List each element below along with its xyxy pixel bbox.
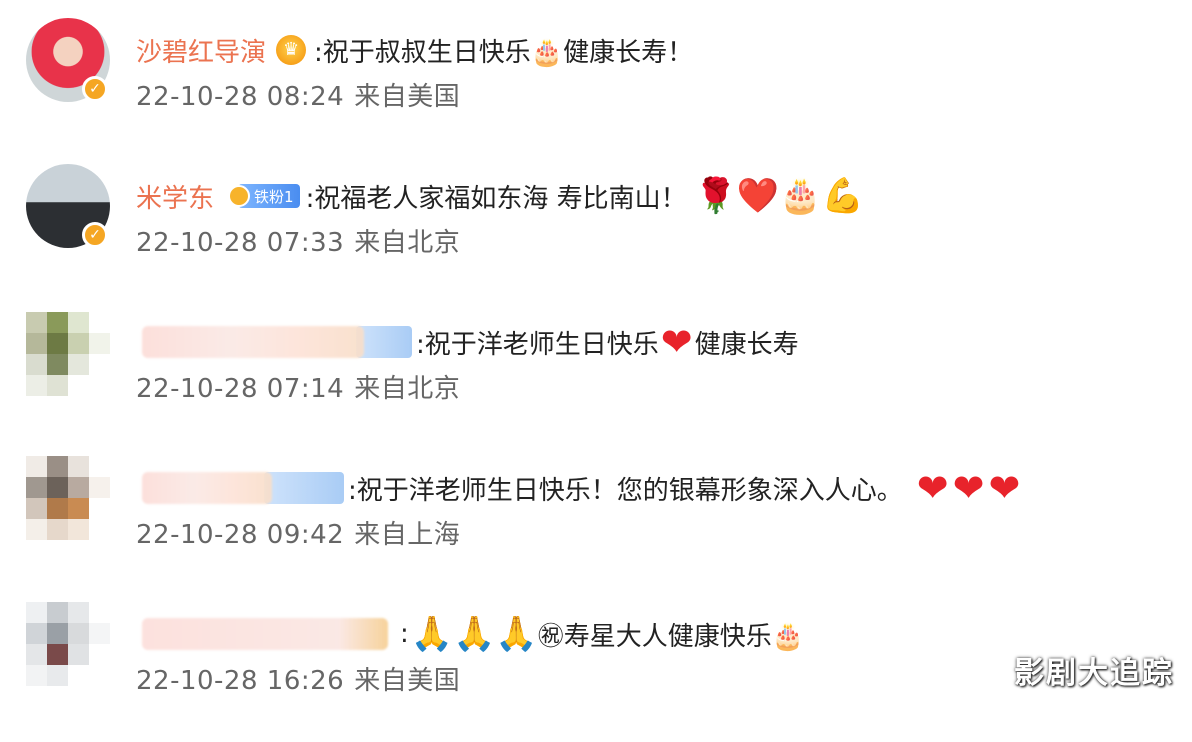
comment-text: :祝于洋老师生日快乐 [416, 329, 659, 360]
comment-text-after: ㊗寿星大人健康快乐🎂 [537, 621, 805, 652]
comment-item: ✓ 沙碧红导演 ♛ :祝于叔叔生日快乐🎂健康长寿！ 22-10-28 08:24… [0, 18, 1192, 158]
comment-content: 米学东 铁粉1 :祝福老人家福如东海 寿比南山！ 🌹❤️🎂💪 [136, 176, 864, 216]
comment-meta: 22-10-28 08:24 来自美国 [136, 76, 460, 113]
crown-icon [228, 185, 251, 207]
blurred-username[interactable] [142, 326, 364, 358]
comment-text-after: 健康长寿 [694, 329, 799, 360]
comment-text: :祝福老人家福如东海 寿比南山！ [305, 183, 687, 214]
comment-content: :祝于洋老师生日快乐 ❤ 健康长寿 [142, 322, 799, 362]
verified-badge-icon: ✓ [82, 222, 108, 248]
comment-date: 22-10-28 16:26 [136, 666, 345, 696]
avatar[interactable] [26, 456, 110, 540]
username[interactable]: 米学东 [136, 178, 214, 215]
heart-emoji-icon: ❤ [916, 466, 949, 510]
comment-date: 22-10-28 07:33 [136, 228, 345, 258]
blurred-username[interactable] [142, 618, 388, 650]
watermark: 影剧大追踪 [1014, 656, 1174, 691]
comment-date: 22-10-28 08:24 [136, 82, 345, 112]
fan-badge-label: 铁粉1 [254, 187, 294, 206]
emoji-group: 🌹❤️🎂💪 [694, 176, 864, 216]
avatar[interactable] [26, 312, 110, 396]
fan-badge: 铁粉1 [228, 184, 300, 208]
comment-item: :祝于洋老师生日快乐！您的银幕形象深入人心。 ❤ ❤ ❤ 22-10-28 09… [0, 456, 1192, 596]
heart-emoji-icon: ❤ [988, 466, 1021, 510]
comment-meta: 22-10-28 07:33 来自北京 [136, 222, 460, 259]
blurred-badge [356, 326, 412, 358]
blurred-username[interactable] [142, 472, 272, 504]
comment-location: 来自美国 [354, 82, 461, 112]
comment-date: 22-10-28 09:42 [136, 520, 345, 550]
comment-location: 来自北京 [354, 228, 461, 258]
username[interactable]: 沙碧红导演 [136, 32, 266, 69]
comment-content: 沙碧红导演 ♛ :祝于叔叔生日快乐🎂健康长寿！ [136, 30, 693, 70]
avatar[interactable] [26, 602, 110, 686]
comment-meta: 22-10-28 09:42 来自上海 [136, 514, 460, 551]
comment-location: 来自美国 [354, 666, 461, 696]
comment-location: 来自北京 [354, 374, 461, 404]
comment-content: :祝于洋老师生日快乐！您的银幕形象深入人心。 ❤ ❤ ❤ [142, 468, 1022, 508]
comment-text: :祝于叔叔生日快乐🎂健康长寿！ [314, 37, 694, 68]
comment-content: : 🙏🙏🙏 ㊗寿星大人健康快乐🎂 [142, 614, 804, 654]
comment-item: ✓ 米学东 铁粉1 :祝福老人家福如东海 寿比南山！ 🌹❤️🎂💪 22-10-2… [0, 164, 1192, 304]
comment-meta: 22-10-28 16:26 来自美国 [136, 660, 460, 697]
comment-item: :祝于洋老师生日快乐 ❤ 健康长寿 22-10-28 07:14 来自北京 [0, 310, 1192, 450]
comment-location: 来自上海 [354, 520, 461, 550]
heart-emoji-icon: ❤ [952, 466, 985, 510]
emoji-group: 🙏🙏🙏 [410, 614, 538, 654]
comment-text: : [400, 619, 409, 649]
comment-text: :祝于洋老师生日快乐！您的银幕形象深入人心。 [348, 475, 903, 506]
crown-icon: ♛ [276, 35, 307, 65]
verified-badge-icon: ✓ [82, 76, 108, 102]
heart-emoji-icon: ❤ [660, 320, 693, 364]
comment-date: 22-10-28 07:14 [136, 374, 345, 404]
blurred-badge [264, 472, 344, 504]
comment-meta: 22-10-28 07:14 来自北京 [136, 368, 460, 405]
